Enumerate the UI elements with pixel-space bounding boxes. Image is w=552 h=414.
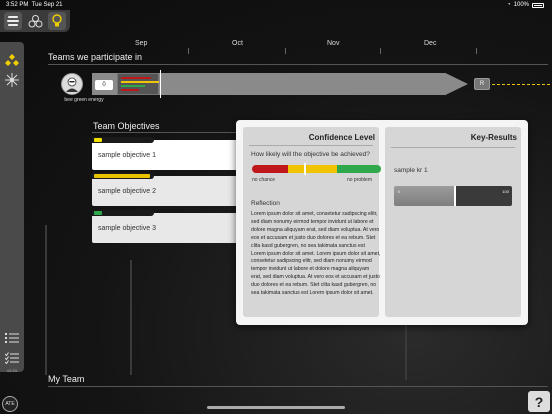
status-time: 3:52 PM Tue Sep 21 — [6, 2, 63, 8]
status-right: ◔ 100% — [507, 2, 544, 8]
objective-label: sample objective 2 — [98, 188, 156, 195]
hive-button[interactable] — [4, 12, 22, 30]
month-divider — [380, 48, 381, 54]
summary-stripe — [121, 81, 159, 83]
left-sidebar: v2.24 — [0, 42, 24, 373]
teams-section-title: Teams we participate in — [48, 52, 143, 62]
list-icon — [5, 333, 19, 343]
version-label: v2.24 — [7, 368, 17, 373]
home-indicator — [207, 406, 345, 409]
summary-stripe — [121, 77, 151, 79]
objective-card[interactable]: sample objective 1 — [92, 137, 252, 170]
key-result-name: sample kr 1 — [394, 167, 428, 174]
team-name: bee green energy — [64, 97, 104, 103]
background-turbine — [130, 260, 132, 375]
wifi-icon: ◔ — [507, 2, 511, 8]
reflection-title: Reflection — [251, 200, 280, 207]
objective-status-tab — [92, 137, 154, 143]
hexagons-button[interactable] — [26, 12, 44, 30]
battery-percent: 100% — [513, 2, 529, 8]
confidence-marker[interactable] — [303, 163, 306, 175]
confidence-green-zone — [337, 165, 381, 173]
team-objectives-summary[interactable] — [117, 73, 159, 95]
confidence-yellow-zone — [288, 165, 304, 173]
objective-status-fill — [94, 174, 150, 178]
confidence-high-label: no problem — [346, 177, 372, 183]
month-label: Nov — [327, 40, 340, 47]
checklist-button[interactable] — [4, 350, 20, 366]
objective-detail-popover: Confidence Level How likely will the obj… — [236, 120, 528, 325]
month-divider — [476, 48, 477, 54]
confidence-low-label: no chance — [252, 177, 276, 183]
section-divider — [48, 386, 548, 387]
key-result-marker[interactable] — [454, 186, 457, 206]
month-label: Oct — [232, 40, 243, 47]
checklist-icon — [5, 352, 19, 364]
objective-label: sample objective 1 — [98, 152, 156, 159]
objective-card[interactable]: sample objective 2 — [92, 173, 252, 206]
status-bar: 3:52 PM Tue Sep 21 ◔ 100% — [0, 0, 552, 10]
top-toolbar — [0, 10, 70, 32]
team-hierarchy-icon — [5, 54, 19, 66]
section-divider — [92, 132, 237, 133]
team-hierarchy-button[interactable] — [4, 52, 20, 68]
objective-status-fill — [94, 211, 102, 215]
hive-icon — [7, 16, 19, 26]
team-avatar[interactable] — [61, 73, 83, 95]
objective-status-tab — [92, 210, 154, 216]
month-divider — [188, 48, 189, 54]
bulb-icon — [52, 14, 62, 27]
team-score: 0 — [95, 80, 113, 90]
summary-stripe — [121, 89, 139, 91]
confidence-question: How likely will the objective be achieve… — [251, 151, 370, 158]
bulb-button[interactable] — [48, 12, 66, 30]
confidence-slider[interactable] — [252, 165, 381, 173]
month-label: Dec — [424, 40, 437, 47]
panel-divider — [249, 145, 373, 146]
objective-status-fill — [94, 138, 102, 142]
key-result-progress[interactable]: 0 100 — [394, 186, 512, 206]
key-result-progress-fill — [394, 186, 456, 206]
key-result-max: 100 — [502, 189, 509, 194]
confidence-title: Confidence Level — [308, 133, 375, 142]
month-divider — [285, 48, 286, 54]
summary-stripe — [121, 85, 145, 87]
timeline-header: Sep Oct Nov Dec — [0, 40, 552, 50]
objective-status-tab — [92, 173, 154, 179]
section-divider — [48, 64, 548, 65]
battery-icon — [532, 2, 544, 8]
network-icon — [5, 73, 19, 87]
key-result-min: 0 — [398, 189, 401, 194]
month-label: Sep — [135, 40, 148, 47]
timeline-extension — [492, 84, 550, 85]
key-results-title: Key-Results — [470, 133, 517, 142]
reflection-text[interactable]: Lorem ipsum dolor sit amet, consetetur s… — [251, 211, 381, 298]
confidence-panel: Confidence Level How likely will the obj… — [243, 127, 381, 317]
background-turbine — [45, 225, 47, 375]
network-button[interactable] — [4, 72, 20, 88]
objective-label: sample objective 3 — [98, 225, 156, 232]
panel-divider — [391, 147, 515, 148]
confidence-red-zone — [252, 165, 289, 173]
help-icon: ? — [534, 393, 544, 410]
today-marker — [160, 70, 161, 98]
help-button[interactable]: ? — [528, 391, 550, 412]
key-results-panel: Key-Results sample kr 1 0 100 — [385, 127, 521, 317]
hexagons-icon — [28, 14, 42, 27]
ate-button[interactable]: ATE — [2, 396, 18, 412]
my-team-title: My Team — [48, 374, 85, 384]
objectives-section-title: Team Objectives — [93, 121, 160, 131]
list-button[interactable] — [4, 330, 20, 346]
confidence-yellow-zone — [303, 165, 338, 173]
team-end-marker[interactable]: R — [474, 78, 490, 90]
person-icon — [66, 77, 78, 92]
objective-card[interactable]: sample objective 3 — [92, 210, 252, 243]
